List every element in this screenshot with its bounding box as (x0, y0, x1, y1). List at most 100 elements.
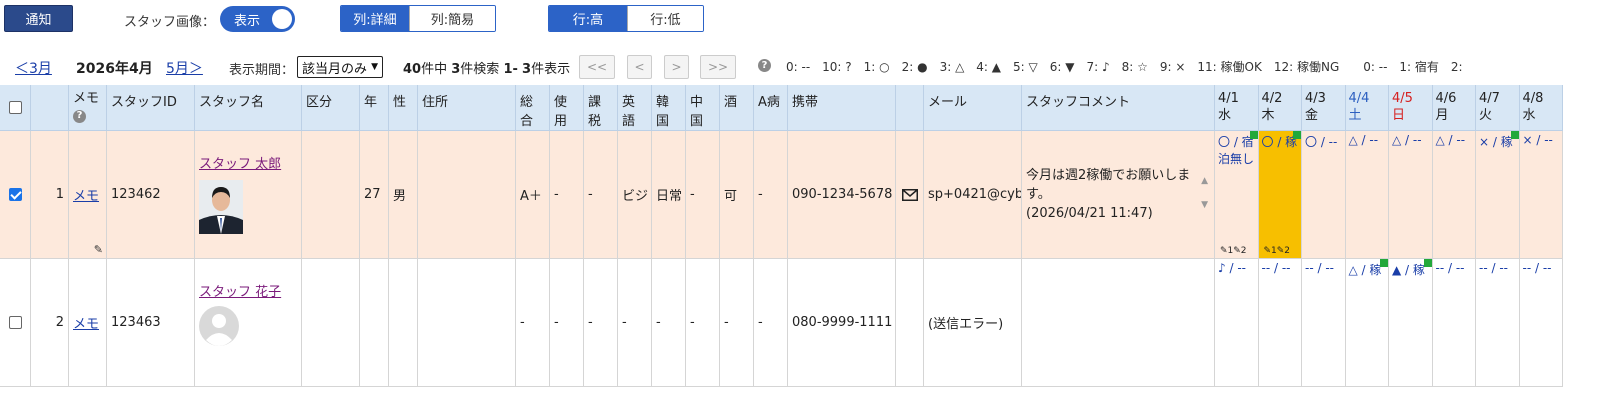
schedule-note-icons[interactable]: ✎1✎2 (1264, 246, 1291, 256)
day-weekday: 水 (1218, 108, 1232, 123)
header-comment[interactable]: スタッフコメント (1022, 85, 1215, 131)
day-weekday: 火 (1479, 108, 1493, 123)
day-date: 4/2 (1261, 91, 1283, 106)
schedule-cell[interactable]: △ / 稼 (1345, 259, 1389, 387)
row-checkbox[interactable] (8, 188, 22, 201)
schedule-cell[interactable]: ▲ / 稼 (1389, 259, 1433, 387)
schedule-cell[interactable]: △ / -- (1389, 131, 1433, 259)
header-category[interactable]: 区分 (302, 85, 360, 131)
header-tax[interactable]: 課税 (584, 85, 618, 131)
day-date: 4/7 (1479, 91, 1500, 106)
col-simple-button[interactable]: 列:簡易 (409, 6, 495, 31)
schedule-cell[interactable]: 〇 / 稼 ✎1✎2 (1258, 131, 1302, 259)
header-sex[interactable]: 性 (389, 85, 418, 131)
notify-button[interactable]: 通知 (4, 5, 73, 32)
staff-photo[interactable] (199, 180, 243, 234)
comment-scrollbar[interactable]: ▲ ▼ (1201, 169, 1208, 217)
schedule-cell[interactable]: △ / -- (1345, 131, 1389, 259)
header-staff-id[interactable]: スタッフID (107, 85, 195, 131)
header-alcohol[interactable]: 酒 (720, 85, 754, 131)
prev-month-link[interactable]: ＜3月 (15, 58, 52, 78)
korean-cell: - (652, 259, 686, 387)
prev-page-button[interactable]: < (627, 55, 652, 79)
status-legend: 0: -- 10: ? 1: ○ 2: ● 3: △ 4: ▲ 5: ▽ 6: … (786, 60, 1463, 74)
staff-image-toggle-label: 表示 (234, 13, 261, 29)
row-checkbox-cell (0, 131, 31, 259)
row-low-button[interactable]: 行:低 (627, 6, 703, 31)
status-flag-icon (1510, 131, 1519, 139)
memo-help-icon[interactable]: ? (73, 109, 86, 123)
staff-image-toggle[interactable]: 表示 (220, 6, 295, 32)
schedule-cell[interactable]: △ / -- (1432, 131, 1476, 259)
header-age[interactable]: 年 (360, 85, 389, 131)
staff-name-cell: スタッフ 花子 (195, 259, 302, 387)
toggle-knob (272, 9, 292, 29)
day-date: 4/8 (1522, 91, 1544, 106)
schedule-cell[interactable]: × / 稼 (1476, 131, 1520, 259)
schedule-cell[interactable]: -- / -- (1432, 259, 1476, 387)
header-memo: メモ ? (69, 85, 107, 131)
korean-cell: 日常 (652, 131, 686, 259)
schedule-cell[interactable]: × / -- (1519, 131, 1563, 259)
day-date: 4/4 (1348, 91, 1370, 106)
schedule-note-icons[interactable]: ✎1✎2 (1220, 246, 1247, 256)
pencil-icon[interactable]: ✎ (94, 243, 103, 256)
memo-cell: メモ (69, 259, 107, 387)
period-select[interactable]: 該当月のみ ▼ (297, 56, 383, 78)
memo-link[interactable]: メモ (73, 313, 99, 332)
overall-cell: A＋ (516, 131, 550, 259)
schedule-cell[interactable]: 〇 / 宿泊無し ✎1✎2 (1215, 131, 1259, 259)
schedule-cell[interactable]: -- / -- (1476, 259, 1520, 387)
header-staff-name[interactable]: スタッフ名 (195, 85, 302, 131)
envelope-icon[interactable] (901, 188, 918, 201)
schedule-cell[interactable]: -- / -- (1258, 259, 1302, 387)
memo-link[interactable]: メモ (73, 185, 99, 204)
staff-image-label: スタッフ画像： (124, 15, 216, 30)
schedule-cell[interactable]: ♪ / -- (1215, 259, 1259, 387)
count-total: 40 (403, 62, 422, 77)
avatar-placeholder-icon[interactable] (199, 306, 239, 346)
first-page-button[interactable]: << (579, 55, 615, 79)
period-select-value: 該当月のみ (302, 61, 368, 77)
day-date: 4/3 (1305, 91, 1326, 106)
day-header: 4/4 土 (1345, 85, 1389, 131)
mail-icon-cell (896, 259, 924, 387)
english-cell: - (618, 259, 652, 387)
day-date: 4/6 (1435, 91, 1457, 106)
select-all-checkbox[interactable] (8, 101, 22, 114)
a-disease-cell: - (754, 259, 788, 387)
header-a-disease[interactable]: A病 (754, 85, 788, 131)
last-page-button[interactable]: >> (700, 55, 736, 79)
header-chinese[interactable]: 中国 (686, 85, 720, 131)
mail-icon-cell (896, 131, 924, 259)
staff-name-cell: スタッフ 太郎 (195, 131, 302, 259)
row-checkbox[interactable] (8, 316, 22, 329)
staff-name-link[interactable]: スタッフ 花子 (199, 281, 281, 300)
header-korean[interactable]: 韓国 (652, 85, 686, 131)
legend-help-icon[interactable]: ? (758, 59, 771, 72)
day-header: 4/2 木 (1258, 85, 1302, 131)
header-address[interactable]: 住所 (418, 85, 516, 131)
age-cell: 27 (360, 131, 389, 259)
next-page-button[interactable]: > (664, 55, 689, 79)
schedule-status: -- / -- (1261, 261, 1291, 275)
schedule-status: △ / -- (1392, 133, 1422, 147)
row-mode-switch: 行:高 行:低 (548, 5, 704, 32)
range-sep: - (512, 62, 518, 77)
schedule-cell[interactable]: -- / -- (1302, 259, 1346, 387)
schedule-cell[interactable]: 〇 / -- (1302, 131, 1346, 259)
row-high-button[interactable]: 行:高 (549, 6, 627, 31)
col-detail-button[interactable]: 列:詳細 (341, 6, 409, 31)
schedule-status: 〇 / -- (1305, 135, 1338, 149)
next-month-link[interactable]: 5月＞ (166, 58, 203, 78)
staff-id: 123463 (107, 259, 195, 387)
schedule-cell[interactable]: -- / -- (1519, 259, 1563, 387)
schedule-status: -- / -- (1522, 261, 1552, 275)
header-english[interactable]: 英語 (618, 85, 652, 131)
header-overall[interactable]: 総合 (516, 85, 550, 131)
header-mail[interactable]: メール (924, 85, 1022, 131)
header-usage[interactable]: 使用 (550, 85, 584, 131)
header-mobile[interactable]: 携帯 (788, 85, 896, 131)
staff-name-link[interactable]: スタッフ 太郎 (199, 153, 281, 172)
day-weekday: 木 (1261, 108, 1275, 123)
